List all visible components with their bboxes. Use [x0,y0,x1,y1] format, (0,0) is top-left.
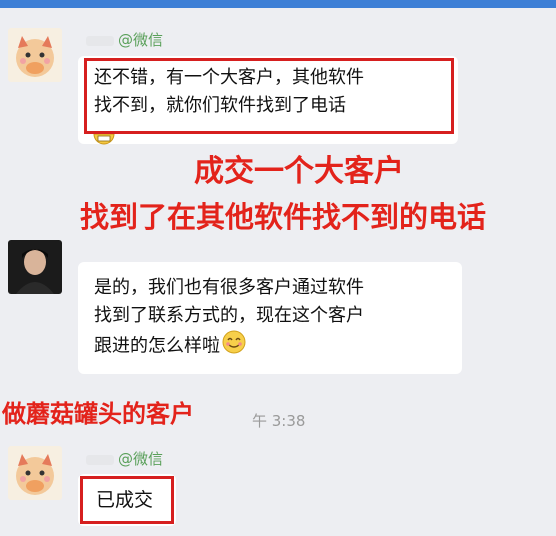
message-line: 是的，我们也有很多客户通过软件 [94,277,364,298]
cartoon-avatar-icon[interactable] [8,446,62,500]
message-timestamp: 午 3:38 [252,412,306,430]
smile-emoji-icon [222,330,246,363]
grin-emoji-icon [92,133,116,156]
message-text-1: 还不错，有一个大客户，其他软件 找不到，就你们软件找到了电话 [94,64,364,120]
sender-name-3: @微信 [86,448,163,469]
blurred-name [86,454,114,465]
annotation-headline-1: 成交一个大客户 [194,154,404,189]
person-avatar-icon[interactable] [8,240,62,294]
message-text-3: 已成交 [96,489,154,511]
message-line: 找不到，就你们软件找到了电话 [94,95,346,116]
blurred-name [86,35,114,46]
cartoon-avatar-icon[interactable] [8,28,62,82]
sender-name-1: @微信 [86,29,163,50]
annotation-headline-2: 找到了在其他软件找不到的电话 [80,200,487,234]
message-line: 跟进的怎么样啦 [94,330,454,363]
top-bar [0,0,556,8]
annotation-headline-3: 做蘑菇罐头的客户 [2,400,194,428]
message-bubble-2[interactable]: 是的，我们也有很多客户通过软件 找到了联系方式的，现在这个客户 跟进的怎么样啦 [78,262,462,374]
message-line: 找到了联系方式的，现在这个客户 [94,305,364,326]
message-line: 还不错，有一个大客户，其他软件 [94,67,364,88]
